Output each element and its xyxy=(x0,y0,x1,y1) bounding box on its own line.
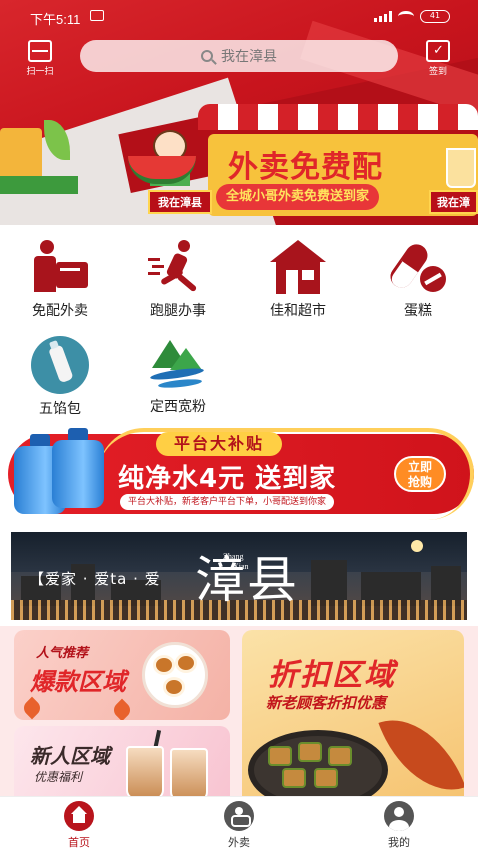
city-pinyin: Zhang Xian xyxy=(223,552,249,571)
category-grid: 免配外卖 跑腿办事 佳和超市 蛋糕 五馅包 定西宽粉 xyxy=(0,232,478,422)
discount-zone-title: 折扣区域 xyxy=(268,658,396,693)
nav-home[interactable]: 首页 xyxy=(34,801,124,850)
category-dingxi-noodles[interactable]: 定西宽粉 xyxy=(128,336,228,416)
banner-subtitle: 全城小哥外卖免费送到家 xyxy=(216,184,380,210)
discount-zone-subtitle: 新老顾客折扣优惠 xyxy=(266,694,387,712)
sign-in-button[interactable]: 签到 xyxy=(418,40,458,77)
category-wuxian-bun[interactable]: 五馅包 xyxy=(10,336,110,418)
status-bar: 下午5:11 41 xyxy=(0,0,478,34)
food-plate-icon xyxy=(142,642,208,708)
new-zone-subtitle: 优惠福利 xyxy=(34,770,83,784)
category-label: 免配外卖 xyxy=(32,303,88,319)
nav-label: 我的 xyxy=(388,836,410,849)
search-placeholder: 我在漳县 xyxy=(221,49,277,65)
category-label: 跑腿办事 xyxy=(150,303,206,319)
search-input[interactable]: 我在漳县 xyxy=(80,40,398,72)
search-icon xyxy=(201,50,213,62)
wifi-icon xyxy=(398,11,414,22)
city-slogan: 【爱家 · 爱ta · 爱 xyxy=(29,570,161,588)
house-icon xyxy=(268,240,328,296)
water-jug-icon xyxy=(46,428,108,508)
running-man-icon xyxy=(148,240,208,296)
city-name: 漳县 xyxy=(195,551,299,609)
category-supermarket[interactable]: 佳和超市 xyxy=(248,240,348,320)
nav-label: 外卖 xyxy=(228,836,250,849)
hot-zone-card[interactable]: 人气推荐 爆款区域 xyxy=(14,630,230,720)
scooter-icon xyxy=(224,801,254,831)
drink-icon xyxy=(446,148,476,188)
nav-delivery[interactable]: 外卖 xyxy=(194,801,284,850)
hero-header: 下午5:11 41 扫一扫 我在漳县 签到 外卖免费配 全城小哥外卖免费送到家 … xyxy=(0,0,478,225)
discount-zone-card[interactable]: 折扣区域 新老顾客折扣优惠 xyxy=(242,630,464,796)
scan-button[interactable]: 扫一扫 xyxy=(20,40,60,77)
signal-icon xyxy=(374,11,392,22)
leaf-icon xyxy=(20,696,44,720)
nav-mine[interactable]: 我的 xyxy=(354,801,444,850)
battery-icon: 41 xyxy=(420,10,450,23)
pill-icon xyxy=(386,240,448,296)
banner-title: 外卖免费配 xyxy=(228,150,383,185)
bottom-nav: 首页 外卖 我的 xyxy=(0,796,478,850)
buy-now-label: 立即 xyxy=(407,460,432,474)
zone-cards: 人气推荐 爆款区域 新人区域 优惠福利 折扣区域 新老顾客折扣优惠 xyxy=(0,626,478,796)
milk-tea-icon xyxy=(126,746,164,796)
mountain-logo-icon xyxy=(148,336,208,392)
armchair-illustration xyxy=(0,120,78,200)
calendar-check-icon xyxy=(426,40,450,62)
message-icon xyxy=(90,10,104,21)
new-zone-title: 新人区域 xyxy=(30,744,110,768)
scan-label: 扫一扫 xyxy=(26,67,54,77)
leaf-icon xyxy=(110,698,134,720)
banner-badge-left: 我在漳县 xyxy=(148,190,212,214)
shop-awning xyxy=(198,104,478,136)
category-cake[interactable]: 蛋糕 xyxy=(368,240,468,320)
buy-now-label: 抢购 xyxy=(407,475,432,489)
user-icon xyxy=(384,801,414,831)
courier-icon xyxy=(30,240,90,296)
promo-headline: 纯净水4元 送到家 xyxy=(118,464,337,494)
moon-icon xyxy=(411,540,423,552)
category-label: 佳和超市 xyxy=(270,303,326,319)
milk-tea-icon xyxy=(170,748,208,796)
promo-ribbon: 平台大补贴 xyxy=(156,432,283,456)
tofu-pan-icon xyxy=(248,730,388,796)
home-icon xyxy=(64,801,94,831)
hot-zone-tag: 人气推荐 xyxy=(36,646,89,661)
status-time: 下午5:11 xyxy=(30,12,81,27)
sign-in-label: 签到 xyxy=(428,67,447,77)
nav-label: 首页 xyxy=(68,836,90,849)
category-label: 五馅包 xyxy=(39,401,81,417)
leaf-icon xyxy=(378,702,464,796)
buy-now-button[interactable]: 立即 抢购 xyxy=(394,456,446,492)
hot-zone-title: 爆款区域 xyxy=(30,668,126,696)
category-label: 定西宽粉 xyxy=(150,399,206,415)
banner-badge-right: 我在漳 xyxy=(429,190,478,214)
promo-note: 平台大补贴，新老客户平台下单，小哥配送到你家 xyxy=(120,494,335,510)
hero-banner[interactable]: 外卖免费配 全城小哥外卖免费送到家 我在漳县 我在漳 xyxy=(128,104,478,216)
scan-icon xyxy=(28,40,52,62)
bottle-icon xyxy=(31,336,89,394)
water-promo-banner[interactable]: 平台大补贴 纯净水4元 送到家 平台大补贴，新老客户平台下单，小哥配送到你家 立… xyxy=(8,428,474,520)
city-banner[interactable]: 【爱家 · 爱ta · 爱 漳县 Zhang Xian xyxy=(11,532,467,620)
new-user-zone-card[interactable]: 新人区域 优惠福利 xyxy=(14,726,230,796)
category-label: 蛋糕 xyxy=(404,303,432,319)
category-errands[interactable]: 跑腿办事 xyxy=(128,240,228,320)
category-free-delivery[interactable]: 免配外卖 xyxy=(10,240,110,320)
